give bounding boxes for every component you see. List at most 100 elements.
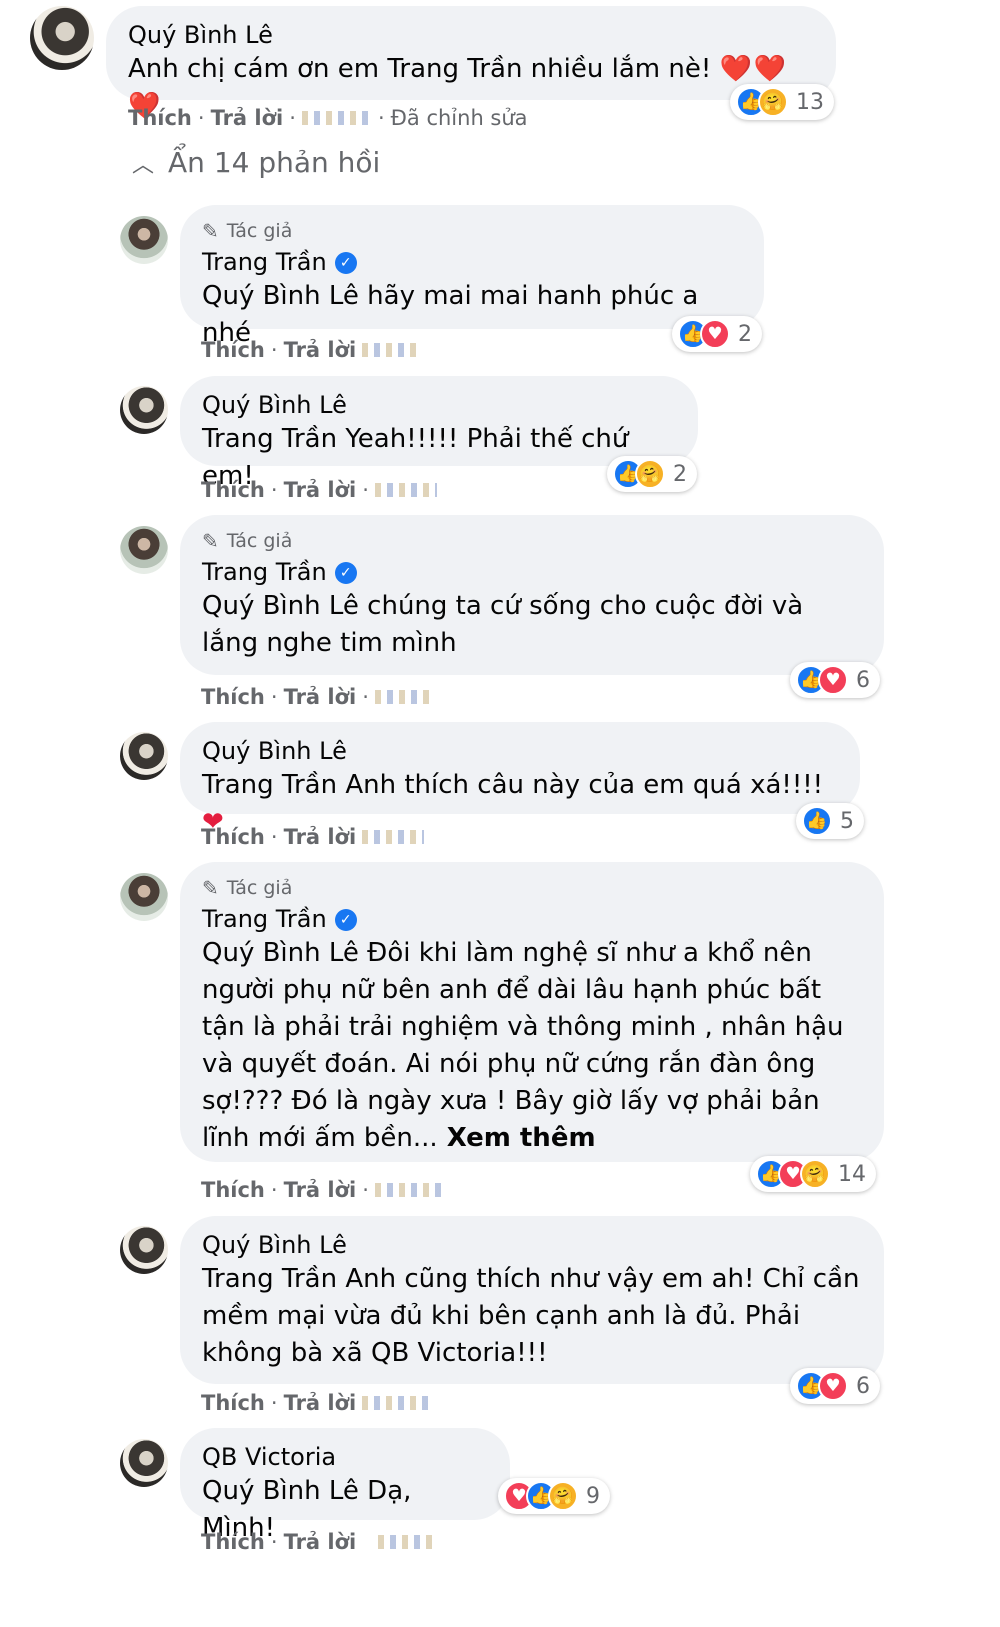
reply-author[interactable]: Quý Bình Lê bbox=[202, 1230, 862, 1261]
like-button[interactable]: Thích bbox=[201, 338, 265, 362]
reply-author[interactable]: QB Victoria bbox=[202, 1442, 488, 1473]
comment-body: Anh chị cám ơn em Trang Trần nhiều lắm n… bbox=[128, 54, 712, 85]
mention-link[interactable]: QB Victoria bbox=[371, 1338, 516, 1368]
reaction-count: 5 bbox=[840, 808, 854, 834]
timestamp-pixelated[interactable] bbox=[301, 111, 372, 125]
author-badge-label: Tác giả bbox=[226, 220, 293, 242]
reply-button[interactable]: Trả lời bbox=[284, 338, 357, 362]
edited-label[interactable]: Đã chỉnh sửa bbox=[391, 106, 528, 130]
love-icon: ♥ bbox=[818, 1371, 848, 1401]
reaction-count: 2 bbox=[673, 461, 687, 487]
reply-bubble: Quý Bình Lê Trang Trần Anh cũng thích nh… bbox=[180, 1216, 884, 1384]
author-name[interactable]: Trang Trần bbox=[202, 904, 327, 935]
timestamp-pixelated[interactable] bbox=[374, 483, 437, 497]
like-button[interactable]: Thích bbox=[201, 825, 265, 849]
reaction-count: 6 bbox=[856, 1373, 870, 1399]
verified-badge-icon: ✓ bbox=[334, 251, 357, 274]
mention-link[interactable]: Quý Bình Lê bbox=[202, 1476, 359, 1506]
author-badge-label: Tác giả bbox=[226, 877, 293, 899]
avatar[interactable] bbox=[120, 1439, 168, 1487]
reaction-summary[interactable]: ♥ 👍 🤗 9 bbox=[498, 1478, 610, 1514]
timestamp-pixelated[interactable] bbox=[362, 830, 425, 844]
reaction-summary[interactable]: 👍 🤗 2 bbox=[607, 456, 697, 492]
mention-link[interactable]: Trang Trần bbox=[202, 424, 337, 454]
reply-button[interactable]: Trả lời bbox=[284, 1530, 357, 1554]
reply-actions: Thích · Trả lời · bbox=[201, 685, 431, 709]
reply-author[interactable]: Trang Trần ✓ bbox=[202, 557, 862, 588]
author-badge: ✎ Tác giả bbox=[202, 529, 862, 553]
reaction-summary[interactable]: 👍 ♥ 6 bbox=[790, 662, 880, 698]
author-name[interactable]: Trang Trần bbox=[202, 557, 327, 588]
avatar[interactable] bbox=[120, 386, 168, 434]
reply-button[interactable]: Trả lời bbox=[284, 1391, 357, 1415]
reaction-summary[interactable]: 👍 ♥ 🤗 14 bbox=[750, 1156, 876, 1192]
reply-text: Trang Trần Anh cũng thích như vậy em ah!… bbox=[202, 1261, 862, 1372]
separator: · bbox=[362, 478, 369, 502]
comment-author[interactable]: Quý Bình Lê bbox=[128, 20, 814, 51]
avatar[interactable] bbox=[30, 6, 94, 70]
separator: · bbox=[270, 685, 278, 709]
reply-body: Anh thích câu này của em quá xá!!!! bbox=[337, 770, 824, 801]
timestamp-pixelated[interactable] bbox=[374, 690, 431, 704]
reply-author[interactable]: Quý Bình Lê bbox=[202, 390, 676, 421]
reaction-count: 6 bbox=[856, 667, 870, 693]
reply-body: Đôi khi làm nghệ sĩ như a khổ nên người … bbox=[202, 938, 844, 1154]
reply-author[interactable]: Quý Bình Lê bbox=[202, 736, 838, 767]
mention-link[interactable]: Quý Bình Lê bbox=[202, 938, 359, 968]
reply-text: Quý Bình Lê Đôi khi làm nghệ sĩ như a kh… bbox=[202, 935, 862, 1157]
timestamp-pixelated[interactable] bbox=[374, 1183, 445, 1197]
love-icon: ♥ bbox=[700, 319, 730, 349]
care-icon: 🤗 bbox=[758, 87, 788, 117]
verified-badge-icon: ✓ bbox=[334, 908, 357, 931]
timestamp-pixelated[interactable] bbox=[362, 343, 423, 357]
reaction-summary[interactable]: 👍 ♥ 6 bbox=[790, 1368, 880, 1404]
like-button[interactable]: Thích bbox=[201, 1391, 265, 1415]
hide-replies-label: Ẩn 14 phản hồi bbox=[168, 146, 381, 179]
reply-button[interactable]: Trả lời bbox=[284, 1178, 357, 1202]
reply-button[interactable]: Trả lời bbox=[284, 478, 357, 502]
verified-badge-icon: ✓ bbox=[334, 561, 357, 584]
reply-author[interactable]: Trang Trần ✓ bbox=[202, 904, 862, 935]
mention-link[interactable]: Trang Trần bbox=[202, 770, 337, 800]
mention-link[interactable]: Quý Bình Lê bbox=[202, 591, 359, 621]
reaction-summary[interactable]: 👍 5 bbox=[796, 803, 864, 839]
reply-actions: Thích · Trả lời · bbox=[201, 478, 437, 502]
separator: · bbox=[270, 825, 278, 849]
mention-link[interactable]: Trang Trần bbox=[202, 1264, 337, 1294]
timestamp-pixelated[interactable] bbox=[362, 1396, 429, 1410]
like-button[interactable]: Thích bbox=[201, 1530, 265, 1554]
reply-button[interactable]: Trả lời bbox=[284, 685, 357, 709]
like-button[interactable]: Thích bbox=[201, 478, 265, 502]
hide-replies-toggle[interactable]: ︿ Ẩn 14 phản hồi bbox=[132, 146, 380, 179]
author-name[interactable]: Trang Trần bbox=[202, 247, 327, 278]
avatar[interactable] bbox=[120, 873, 168, 921]
timestamp-pixelated[interactable] bbox=[378, 1535, 435, 1549]
reply-actions: Thích · Trả lời bbox=[201, 825, 425, 849]
reply-text: Quý Bình Lê chúng ta cứ sống cho cuộc đờ… bbox=[202, 588, 862, 662]
reaction-count: 9 bbox=[586, 1483, 600, 1509]
chevron-up-icon: ︿ bbox=[132, 152, 155, 178]
avatar[interactable] bbox=[120, 216, 168, 264]
separator: · bbox=[377, 106, 385, 130]
like-icon: 👍 bbox=[802, 806, 832, 836]
reply-button[interactable]: Trả lời bbox=[211, 106, 284, 130]
author-badge: ✎ Tác giả bbox=[202, 219, 742, 243]
reaction-summary[interactable]: 👍 🤗 13 bbox=[730, 84, 834, 120]
avatar[interactable] bbox=[120, 1226, 168, 1274]
love-icon: ♥ bbox=[818, 665, 848, 695]
mention-link[interactable]: Quý Bình Lê bbox=[202, 281, 359, 311]
avatar[interactable] bbox=[120, 526, 168, 574]
like-button[interactable]: Thích bbox=[201, 1178, 265, 1202]
see-more-link[interactable]: Xem thêm bbox=[438, 1123, 596, 1153]
like-button[interactable]: Thích bbox=[201, 685, 265, 709]
author-badge: ✎ Tác giả bbox=[202, 876, 862, 900]
reply-body-tail: !!! bbox=[516, 1338, 548, 1369]
avatar[interactable] bbox=[120, 732, 168, 780]
like-button[interactable]: Thích bbox=[128, 106, 192, 130]
reply-bubble: ✎ Tác giả Trang Trần ✓ Quý Bình Lê chúng t… bbox=[180, 515, 884, 675]
reaction-summary[interactable]: 👍 ♥ 2 bbox=[672, 316, 762, 352]
reply-actions: Thích · Trả lời bbox=[201, 338, 423, 362]
separator: · bbox=[362, 685, 369, 709]
reply-author[interactable]: Trang Trần ✓ bbox=[202, 247, 742, 278]
reply-button[interactable]: Trả lời bbox=[284, 825, 357, 849]
